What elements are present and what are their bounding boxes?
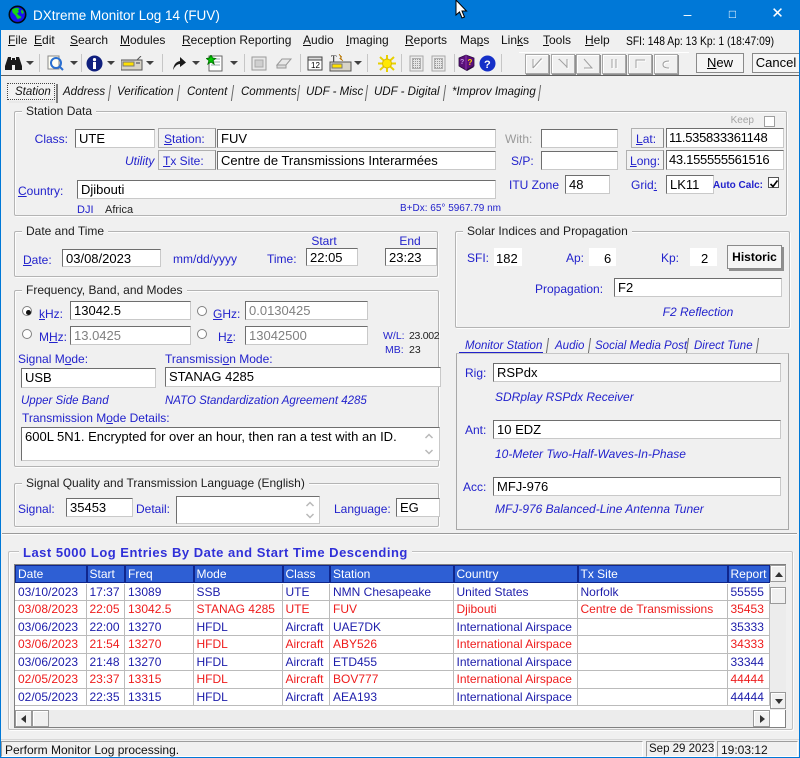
svg-text:?: ? [468, 58, 473, 67]
svg-text:12: 12 [311, 61, 320, 70]
svg-text:?: ? [460, 59, 464, 66]
svg-text:?: ? [484, 59, 491, 71]
